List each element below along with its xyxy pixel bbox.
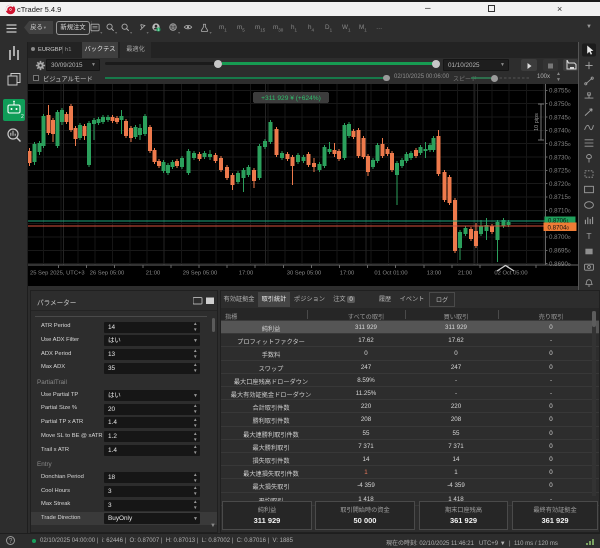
svg-text:29 Sep 05:00: 29 Sep 05:00 <box>183 271 218 277</box>
svg-text:25 Sep 2025, UTC+3: 25 Sep 2025, UTC+3 <box>30 271 85 277</box>
svg-text:30 Sep 05:00: 30 Sep 05:00 <box>287 271 322 277</box>
svg-text:17:00: 17:00 <box>340 271 355 277</box>
svg-text:2: 2 <box>21 114 24 120</box>
svg-text:21:00: 21:00 <box>146 271 161 277</box>
svg-text:17:00: 17:00 <box>239 271 254 277</box>
svg-text:0.87100: 0.87100 <box>549 208 571 215</box>
svg-text:0.87250: 0.87250 <box>549 168 571 175</box>
svg-text:0.86900: 0.86900 <box>549 261 571 268</box>
svg-text:0.87200: 0.87200 <box>549 181 571 188</box>
svg-text:0.87400: 0.87400 <box>549 128 571 135</box>
svg-text:0.87300: 0.87300 <box>549 154 571 161</box>
svg-text:0.87550: 0.87550 <box>549 88 571 95</box>
svg-text:+311 929 ¥ (+624%): +311 929 ¥ (+624%) <box>261 95 321 102</box>
svg-text:13:00: 13:00 <box>427 271 442 277</box>
svg-text:21:00: 21:00 <box>458 271 473 277</box>
svg-text:0.86950: 0.86950 <box>549 248 571 255</box>
svg-text:02 Oct 05:00: 02 Oct 05:00 <box>494 271 527 277</box>
svg-text:0.87150: 0.87150 <box>549 194 571 201</box>
svg-text:0.87040: 0.87040 <box>548 225 570 232</box>
svg-text:0.87450: 0.87450 <box>549 114 571 121</box>
svg-text:T: T <box>586 231 591 241</box>
svg-text:26 Sep 05:00: 26 Sep 05:00 <box>90 271 125 277</box>
svg-text:01 Oct 01:00: 01 Oct 01:00 <box>374 271 407 277</box>
svg-text:3: 3 <box>158 28 160 32</box>
svg-text:0.87500: 0.87500 <box>549 101 571 108</box>
svg-text:0.87000: 0.87000 <box>549 234 571 241</box>
svg-text:10 pips: 10 pips <box>534 113 540 131</box>
svg-text:0.87350: 0.87350 <box>549 141 571 148</box>
